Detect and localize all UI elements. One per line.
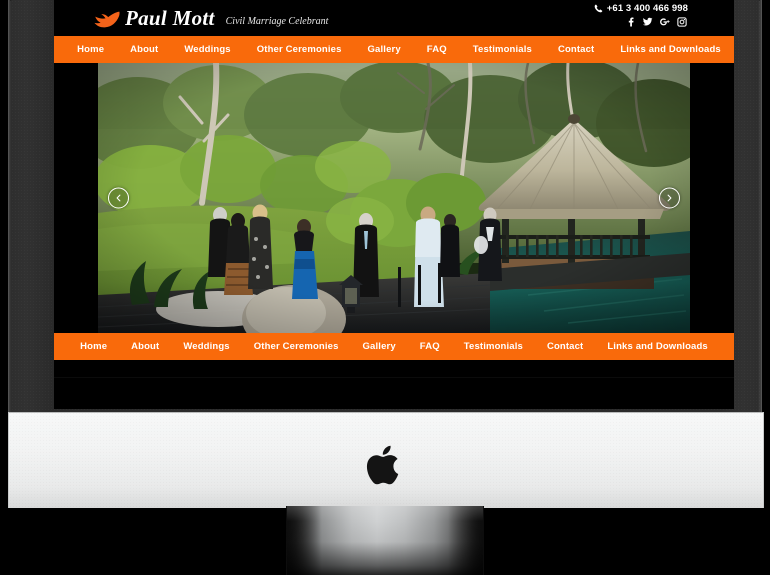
chin-top-edge [9,412,763,413]
nav-item-other-ceremonies[interactable]: Other Ceremonies [244,36,355,63]
slider-next-button[interactable] [659,187,680,209]
nav-item-contact[interactable]: Contact [545,36,607,63]
phone-number: +61 3 400 466 998 [606,3,688,14]
google-plus-icon[interactable] [660,17,670,27]
chevron-right-icon [667,194,672,202]
phone-row[interactable]: +61 3 400 466 998 [594,3,688,14]
facebook-icon[interactable] [626,17,636,27]
footer-divider [54,377,734,378]
site-footer [54,377,734,409]
hero-photo-garden-wedding [98,63,690,333]
bezel-edge-right [760,0,762,413]
social-links [594,17,688,27]
site-logo[interactable]: Paul Mott Civil Marriage Celebrant [94,0,328,36]
nav-item-testimonials[interactable]: Testimonials [460,36,545,63]
secondary-navigation: Home About Weddings Other Ceremonies Gal… [54,333,734,360]
nav-item-weddings[interactable]: Weddings [171,36,243,63]
nav-item-links-and-downloads[interactable]: Links and Downloads [607,36,734,63]
nav-item-home[interactable]: Home [64,36,117,63]
brand-tagline: Civil Marriage Celebrant [225,16,329,27]
website-viewport: Paul Mott Civil Marriage Celebrant +61 3… [54,0,734,409]
footer-nav-item-contact[interactable]: Contact [535,333,595,360]
imac-device: Paul Mott Civil Marriage Celebrant +61 3… [0,0,770,575]
footer-nav-item-home[interactable]: Home [68,333,119,360]
monitor-stand [286,506,484,575]
slider-prev-button[interactable] [108,187,129,209]
nav-item-gallery[interactable]: Gallery [355,36,414,63]
footer-nav-item-faq[interactable]: FAQ [408,333,452,360]
header-contact-block: +61 3 400 466 998 [594,3,688,27]
footer-nav-item-testimonials[interactable]: Testimonials [452,333,535,360]
chevron-left-icon [116,194,121,202]
monitor-bezel: Paul Mott Civil Marriage Celebrant +61 3… [8,0,762,413]
footer-nav-item-about[interactable]: About [119,333,171,360]
instagram-icon[interactable] [677,17,687,27]
primary-navigation: Home About Weddings Other Ceremonies Gal… [54,36,734,63]
footer-nav-item-links-and-downloads[interactable]: Links and Downloads [595,333,720,360]
monitor-chin [8,412,764,508]
brand-name: Paul Mott [125,5,215,30]
bezel-edge-left [8,0,10,413]
twitter-icon[interactable] [643,17,653,27]
phone-icon [594,4,603,13]
hero-image [98,63,690,333]
footer-nav-item-other-ceremonies[interactable]: Other Ceremonies [242,333,351,360]
nav-item-about[interactable]: About [117,36,171,63]
footer-nav-item-weddings[interactable]: Weddings [171,333,241,360]
nav-item-faq[interactable]: FAQ [414,36,460,63]
monitor-screen: Paul Mott Civil Marriage Celebrant +61 3… [54,0,734,409]
stand-shading [287,506,483,575]
hero-slider [54,63,734,333]
footer-nav-item-gallery[interactable]: Gallery [351,333,408,360]
bird-icon [94,11,120,27]
apple-logo [366,445,399,485]
site-header: Paul Mott Civil Marriage Celebrant +61 3… [54,0,734,36]
